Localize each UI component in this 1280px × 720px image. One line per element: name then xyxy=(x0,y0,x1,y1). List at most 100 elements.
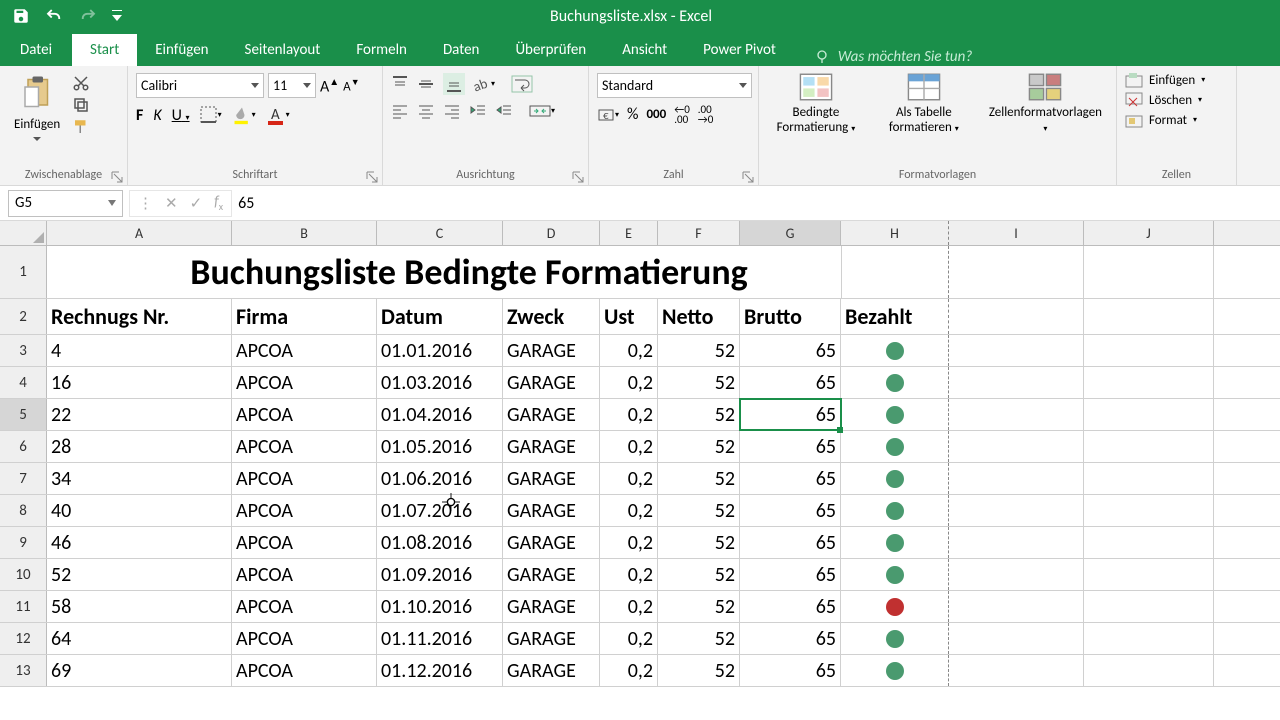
cell-status[interactable] xyxy=(841,527,949,558)
cell[interactable]: 0,2 xyxy=(600,495,658,526)
format-painter-icon[interactable] xyxy=(72,118,90,136)
cell[interactable]: 65 xyxy=(740,399,841,430)
col-header[interactable]: H xyxy=(841,221,949,245)
row-header[interactable]: 13 xyxy=(0,655,47,686)
row-header[interactable]: 12 xyxy=(0,623,47,654)
row-header[interactable]: 6 xyxy=(0,431,47,462)
cell[interactable] xyxy=(1084,495,1214,526)
cell[interactable]: APCOA xyxy=(232,655,377,686)
align-middle-icon[interactable] xyxy=(417,75,435,93)
cell[interactable]: APCOA xyxy=(232,335,377,366)
cell[interactable] xyxy=(1084,399,1214,430)
borders-icon[interactable]: ▾ xyxy=(200,106,222,124)
conditional-formatting-button[interactable]: Bedingte Formatierung ▾ xyxy=(767,70,865,138)
cell[interactable] xyxy=(1084,335,1214,366)
cell[interactable]: 0,2 xyxy=(600,335,658,366)
cell[interactable] xyxy=(949,559,1084,590)
tab-ansicht[interactable]: Ansicht xyxy=(604,34,685,66)
tab-ueberpruefen[interactable]: Überprüfen xyxy=(497,34,604,66)
cell[interactable] xyxy=(949,527,1084,558)
col-header[interactable]: J xyxy=(1084,221,1214,245)
cell[interactable]: 0,2 xyxy=(600,527,658,558)
accept-formula-icon[interactable]: ✓ xyxy=(190,194,203,213)
cell[interactable]: 65 xyxy=(740,623,841,654)
cell[interactable]: 52 xyxy=(658,623,740,654)
name-box[interactable]: G5 xyxy=(8,190,123,217)
cell-status[interactable] xyxy=(841,463,949,494)
cell[interactable] xyxy=(1084,559,1214,590)
tab-seitenlayout[interactable]: Seitenlayout xyxy=(227,34,339,66)
cell[interactable]: 65 xyxy=(740,655,841,686)
cell[interactable]: GARAGE xyxy=(503,463,600,494)
font-size-combo[interactable]: 11 xyxy=(268,73,316,98)
cell[interactable]: GARAGE xyxy=(503,335,600,366)
cell-status[interactable] xyxy=(841,495,949,526)
row-header[interactable]: 5 xyxy=(0,399,47,430)
cell[interactable]: 01.06.2016 xyxy=(377,463,503,494)
cell[interactable]: 52 xyxy=(658,495,740,526)
col-header[interactable]: F xyxy=(658,221,740,245)
table-header[interactable]: Netto xyxy=(658,299,740,334)
table-header[interactable]: Rechnugs Nr. xyxy=(47,299,232,334)
cell[interactable]: 52 xyxy=(658,591,740,622)
cell-status[interactable] xyxy=(841,655,949,686)
format-cells-button[interactable]: Format ▾ xyxy=(1125,112,1197,128)
cell[interactable]: APCOA xyxy=(232,591,377,622)
cell[interactable]: 0,2 xyxy=(600,591,658,622)
align-left-icon[interactable] xyxy=(391,102,409,120)
cell[interactable] xyxy=(949,431,1084,462)
fb-dropdown-icon[interactable]: ⋮ xyxy=(138,194,153,213)
cell[interactable] xyxy=(1084,431,1214,462)
cell[interactable]: APCOA xyxy=(232,495,377,526)
cell[interactable]: 65 xyxy=(740,463,841,494)
cell[interactable]: 0,2 xyxy=(600,655,658,686)
cell[interactable]: APCOA xyxy=(232,463,377,494)
table-header[interactable]: Brutto xyxy=(740,299,841,334)
cell[interactable]: 65 xyxy=(740,495,841,526)
thousands-format-icon[interactable]: 000 xyxy=(646,107,666,122)
cell[interactable] xyxy=(1084,367,1214,398)
cell[interactable] xyxy=(1084,463,1214,494)
cell-styles-button[interactable]: Zellenformatvorlagen▾ xyxy=(983,70,1108,138)
cell[interactable]: 0,2 xyxy=(600,399,658,430)
number-format-combo[interactable]: Standard xyxy=(597,73,752,98)
tab-formeln[interactable]: Formeln xyxy=(338,34,425,66)
cell[interactable]: 52 xyxy=(658,559,740,590)
decrease-font-icon[interactable]: A▼ xyxy=(343,77,359,94)
merge-center-icon[interactable]: ▾ xyxy=(529,102,555,120)
cell[interactable]: 0,2 xyxy=(600,367,658,398)
cell[interactable]: GARAGE xyxy=(503,399,600,430)
tab-datei[interactable]: Datei xyxy=(0,34,72,66)
cell[interactable]: 65 xyxy=(740,559,841,590)
paste-button[interactable]: Einfügen xyxy=(8,70,66,143)
cell[interactable] xyxy=(1084,527,1214,558)
cell[interactable]: 0,2 xyxy=(600,623,658,654)
table-header[interactable]: Ust xyxy=(600,299,658,334)
cell[interactable]: 69 xyxy=(47,655,232,686)
orientation-icon[interactable]: ab▾ xyxy=(473,75,495,93)
cell-status[interactable] xyxy=(841,591,949,622)
fill-color-icon[interactable]: ▾ xyxy=(232,105,256,125)
cell[interactable]: 64 xyxy=(47,623,232,654)
cell[interactable]: GARAGE xyxy=(503,623,600,654)
cell[interactable] xyxy=(949,399,1084,430)
format-as-table-button[interactable]: Als Tabelle formatieren ▾ xyxy=(875,70,973,138)
align-right-icon[interactable] xyxy=(443,102,461,120)
cell[interactable]: 40 xyxy=(47,495,232,526)
cell[interactable] xyxy=(1084,591,1214,622)
insert-cells-button[interactable]: Einfügen ▾ xyxy=(1125,72,1205,88)
percent-format-icon[interactable]: % xyxy=(627,105,638,124)
row-header[interactable]: 3 xyxy=(0,335,47,366)
col-header[interactable]: B xyxy=(232,221,377,245)
table-header[interactable]: Bezahlt xyxy=(841,299,949,334)
redo-icon[interactable] xyxy=(78,7,98,25)
alignment-launcher-icon[interactable] xyxy=(572,169,586,183)
font-name-combo[interactable]: Calibri xyxy=(136,73,264,98)
cell[interactable]: 01.11.2016 xyxy=(377,623,503,654)
select-all-cells[interactable] xyxy=(0,221,47,245)
cell[interactable]: 4 xyxy=(47,335,232,366)
cell[interactable]: 01.01.2016 xyxy=(377,335,503,366)
cell[interactable]: 01.07.2016 xyxy=(377,495,503,526)
font-launcher-icon[interactable] xyxy=(366,169,380,183)
col-header[interactable]: E xyxy=(600,221,658,245)
